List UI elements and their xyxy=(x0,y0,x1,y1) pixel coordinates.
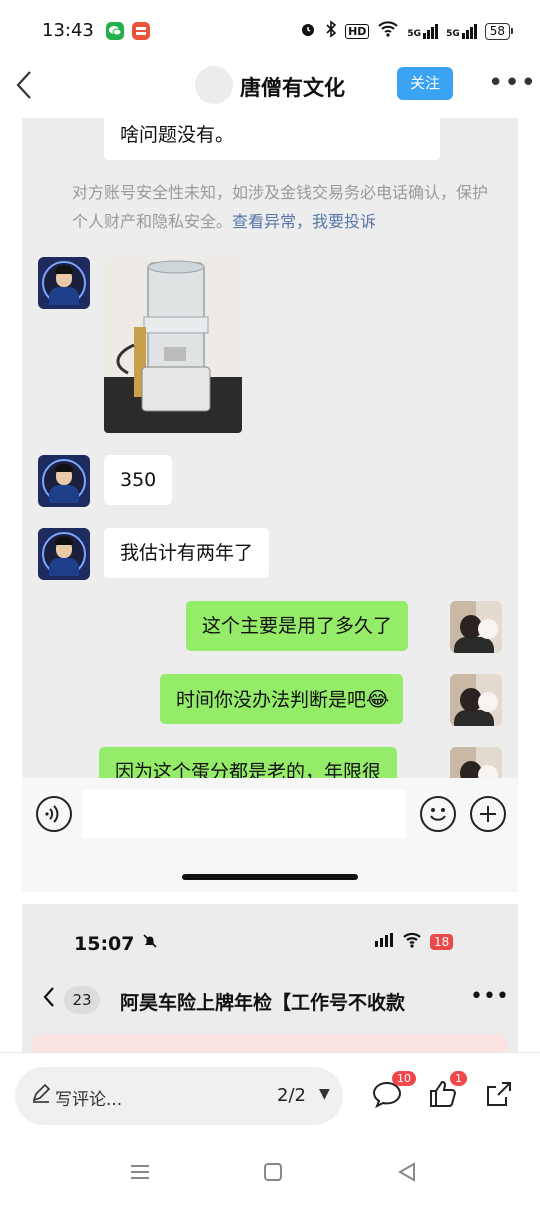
plus-icon xyxy=(470,796,506,832)
status-indicators: HD 5G 5G 58 xyxy=(299,20,514,42)
author-avatar[interactable] xyxy=(195,66,233,104)
battery-indicator: 58 xyxy=(484,22,514,40)
comment-bar: 写评论... 2/2 ▼ 10 1 xyxy=(0,1052,540,1139)
voice-icon xyxy=(36,796,72,832)
status-bar: 13:43 HD 5G 5G 58 xyxy=(0,0,540,60)
embedded-unread-count: 23 xyxy=(64,986,100,1014)
wifi-icon xyxy=(377,20,399,42)
embedded-back-icon xyxy=(42,984,56,1017)
signal-icon xyxy=(374,933,394,951)
embedded-time: 15:07 xyxy=(74,932,159,955)
signal-5g-icon-2: 5G xyxy=(446,23,477,39)
wechat-icon xyxy=(106,22,124,40)
chat-text-input xyxy=(82,790,406,838)
comment-input[interactable]: 写评论... 2/2 ▼ xyxy=(15,1067,343,1125)
menu-nav-icon[interactable] xyxy=(128,1160,152,1190)
comment-count-badge: 10 xyxy=(392,1071,416,1086)
status-time: 13:43 xyxy=(42,20,94,41)
sender-avatar xyxy=(38,455,90,507)
comment-placeholder: 写评论... xyxy=(55,1090,123,1110)
embedded-chat-title: 阿昊车险上牌年检【工作号不收款 xyxy=(120,992,406,1014)
image-page-indicator[interactable]: 2/2 xyxy=(277,1085,306,1106)
sender-avatar xyxy=(38,257,90,309)
bluetooth-icon xyxy=(325,20,337,42)
home-indicator xyxy=(182,874,358,880)
system-nav-bar xyxy=(0,1140,540,1206)
second-screenshot-image[interactable]: 15:07 18 23 阿昊车险上牌年检【工作号不收款 ••• xyxy=(22,904,518,1052)
security-notice: 对方账号安全性未知，如涉及金钱交易务必电话确认，保护个人财产和隐私安全。查看异常… xyxy=(72,183,489,231)
chat-message-sent: 这个主要是用了多久了 xyxy=(186,601,409,651)
embedded-battery: 18 xyxy=(430,934,454,950)
my-avatar xyxy=(450,674,502,726)
emoji-icon xyxy=(420,796,456,832)
chat-message: 我估计有两年了 xyxy=(104,528,270,578)
author-name[interactable]: 唐僧有文化 xyxy=(240,72,345,102)
follow-button[interactable]: 关注 xyxy=(397,67,453,100)
embedded-banner xyxy=(32,1034,508,1052)
chat-message-sent: 时间你没办法判断是吧😂 xyxy=(160,674,404,724)
wifi-icon xyxy=(402,932,422,952)
more-button[interactable]: ••• xyxy=(488,68,537,98)
product-photo xyxy=(104,257,242,433)
sender-avatar xyxy=(38,528,90,580)
view-anomaly-link[interactable]: 查看异常 xyxy=(232,212,296,231)
share-icon[interactable] xyxy=(482,1077,516,1111)
chevron-down-icon[interactable]: ▼ xyxy=(319,1086,330,1102)
chat-input-bar xyxy=(22,778,518,892)
embedded-more-icon: ••• xyxy=(470,984,509,1009)
like-count-badge: 1 xyxy=(450,1071,467,1086)
post-header: 唐僧有文化 关注 ••• xyxy=(0,58,540,118)
my-avatar xyxy=(450,601,502,653)
home-nav-icon[interactable] xyxy=(262,1160,284,1190)
chat-screenshot-image[interactable]: 啥问题没有。 对方账号安全性未知，如涉及金钱交易务必电话确认，保护个人财产和隐私… xyxy=(22,118,518,892)
chat-message-partial: 啥问题没有。 xyxy=(104,118,440,160)
signal-5g-icon: 5G xyxy=(407,23,439,39)
shop-icon xyxy=(132,22,150,40)
alarm-icon xyxy=(299,20,317,42)
embedded-status-indicators: 18 xyxy=(374,932,454,952)
pen-icon xyxy=(31,1083,51,1108)
laughing-emoji-icon: 😂 xyxy=(366,687,390,711)
back-nav-icon[interactable] xyxy=(396,1160,418,1190)
report-link[interactable]: 我要投诉 xyxy=(312,212,376,231)
hd-icon: HD xyxy=(345,23,370,39)
back-button[interactable] xyxy=(14,68,34,108)
chat-message: 350 xyxy=(104,455,173,505)
mute-bell-icon xyxy=(141,933,159,955)
